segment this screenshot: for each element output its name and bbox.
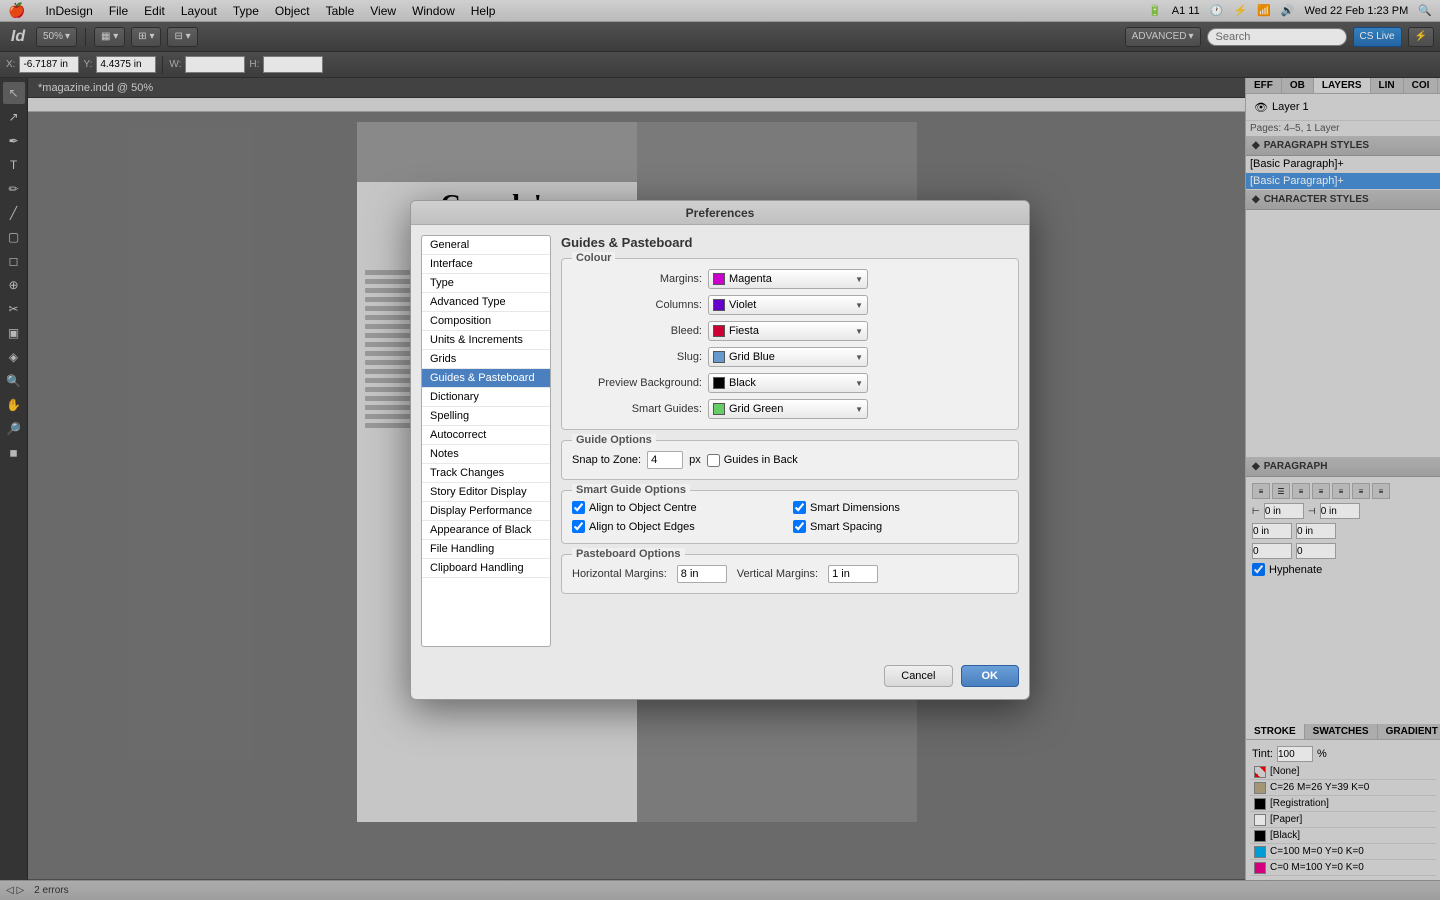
columns-dropdown-arrow: ▼ [855,301,863,310]
bleed-dropdown-arrow: ▼ [855,327,863,336]
pref-story-editor[interactable]: Story Editor Display [422,483,550,502]
dialog-main: Guides & Pasteboard Colour Margins: Mage… [561,235,1019,647]
columns-swatch [713,299,725,311]
dialog-title: Preferences [411,201,1029,225]
guide-options-label: Guide Options [572,434,656,446]
snap-zone-label: Snap to Zone: [572,454,641,466]
dialog-body: General Interface Type Advanced Type Com… [411,225,1029,657]
pref-autocorrect[interactable]: Autocorrect [422,426,550,445]
cancel-button[interactable]: Cancel [884,665,952,687]
align-object-centre-label: Align to Object Centre [589,502,697,514]
pref-clipboard[interactable]: Clipboard Handling [422,559,550,578]
margins-color-select[interactable]: Magenta ▼ [708,269,868,289]
preview-bg-label: Preview Background: [572,377,702,389]
margins-label: Margins: [572,273,702,285]
ok-button[interactable]: OK [961,665,1020,687]
v-margins-input[interactable] [828,565,878,583]
preferences-dialog: Preferences General Interface Type Advan… [410,200,1030,700]
smart-guides-swatch [713,403,725,415]
pref-units[interactable]: Units & Increments [422,331,550,350]
pref-grids[interactable]: Grids [422,350,550,369]
v-margins-label: Vertical Margins: [737,568,818,580]
slug-label: Slug: [572,351,702,363]
columns-color-select[interactable]: Violet ▼ [708,295,868,315]
preview-bg-row: Preview Background: Black ▼ [572,373,1008,393]
bleed-color-select[interactable]: Fiesta ▼ [708,321,868,341]
pref-guides[interactable]: Guides & Pasteboard [422,369,550,388]
dialog-sidebar: General Interface Type Advanced Type Com… [421,235,551,647]
pref-spelling[interactable]: Spelling [422,407,550,426]
pref-dictionary[interactable]: Dictionary [422,388,550,407]
margins-swatch [713,273,725,285]
margins-row: Margins: Magenta ▼ [572,269,1008,289]
guide-options-group: Guide Options Snap to Zone: px Guides in… [561,440,1019,480]
bleed-color-name: Fiesta [729,325,851,337]
smart-dimensions-checkbox[interactable] [793,501,806,514]
bleed-swatch [713,325,725,337]
smart-guides-color-name: Grid Green [729,403,851,415]
smart-spacing-checkbox[interactable] [793,520,806,533]
pref-composition[interactable]: Composition [422,312,550,331]
preview-bg-color-select[interactable]: Black ▼ [708,373,868,393]
slug-row: Slug: Grid Blue ▼ [572,347,1008,367]
dialog-overlay: Preferences General Interface Type Advan… [0,0,1440,900]
align-object-edges-checkbox[interactable] [572,520,585,533]
smart-spacing-label: Smart Spacing [810,521,882,533]
colour-group: Colour Margins: Magenta ▼ Columns: [561,258,1019,430]
snap-zone-row: Snap to Zone: px Guides in Back [572,451,1008,469]
pasteboard-options-label: Pasteboard Options [572,548,685,560]
snap-zone-unit: px [689,454,701,466]
preview-bg-swatch [713,377,725,389]
h-margins-label: Horizontal Margins: [572,568,667,580]
pref-interface[interactable]: Interface [422,255,550,274]
preview-bg-dropdown-arrow: ▼ [855,379,863,388]
colour-group-label: Colour [572,252,615,264]
margins-color-name: Magenta [729,273,851,285]
smart-spacing-row: Smart Spacing [793,520,1008,533]
align-object-edges-row: Align to Object Edges [572,520,787,533]
align-object-edges-label: Align to Object Edges [589,521,695,533]
pref-track-changes[interactable]: Track Changes [422,464,550,483]
pref-advanced-type[interactable]: Advanced Type [422,293,550,312]
guides-in-back-label: Guides in Back [724,454,798,466]
smart-guides-color-select[interactable]: Grid Green ▼ [708,399,868,419]
bleed-row: Bleed: Fiesta ▼ [572,321,1008,341]
smart-dimensions-label: Smart Dimensions [810,502,900,514]
dialog-buttons: Cancel OK [411,657,1029,699]
pasteboard-options-group: Pasteboard Options Horizontal Margins: V… [561,554,1019,594]
pref-type[interactable]: Type [422,274,550,293]
slug-color-select[interactable]: Grid Blue ▼ [708,347,868,367]
pref-display-perf[interactable]: Display Performance [422,502,550,521]
bleed-label: Bleed: [572,325,702,337]
smart-guide-grid: Align to Object Centre Smart Dimensions … [572,501,1008,533]
pref-general[interactable]: General [422,236,550,255]
margins-dropdown-arrow: ▼ [855,275,863,284]
h-margins-input[interactable] [677,565,727,583]
snap-zone-input[interactable] [647,451,683,469]
align-object-centre-checkbox[interactable] [572,501,585,514]
guides-in-back-row: Guides in Back [707,454,798,467]
slug-swatch [713,351,725,363]
smart-guide-options-label: Smart Guide Options [572,484,690,496]
slug-color-name: Grid Blue [729,351,851,363]
columns-row: Columns: Violet ▼ [572,295,1008,315]
smart-dimensions-row: Smart Dimensions [793,501,1008,514]
columns-color-name: Violet [729,299,851,311]
smart-guides-dropdown-arrow: ▼ [855,405,863,414]
align-object-centre-row: Align to Object Centre [572,501,787,514]
pref-appearance-black[interactable]: Appearance of Black [422,521,550,540]
smart-guide-options-group: Smart Guide Options Align to Object Cent… [561,490,1019,544]
pref-file-handling[interactable]: File Handling [422,540,550,559]
guides-in-back-checkbox[interactable] [707,454,720,467]
dialog-section-title: Guides & Pasteboard [561,235,1019,250]
pasteboard-row: Horizontal Margins: Vertical Margins: [572,565,1008,583]
pref-notes[interactable]: Notes [422,445,550,464]
smart-guides-row: Smart Guides: Grid Green ▼ [572,399,1008,419]
slug-dropdown-arrow: ▼ [855,353,863,362]
smart-guides-label: Smart Guides: [572,403,702,415]
columns-label: Columns: [572,299,702,311]
preview-bg-color-name: Black [729,377,851,389]
